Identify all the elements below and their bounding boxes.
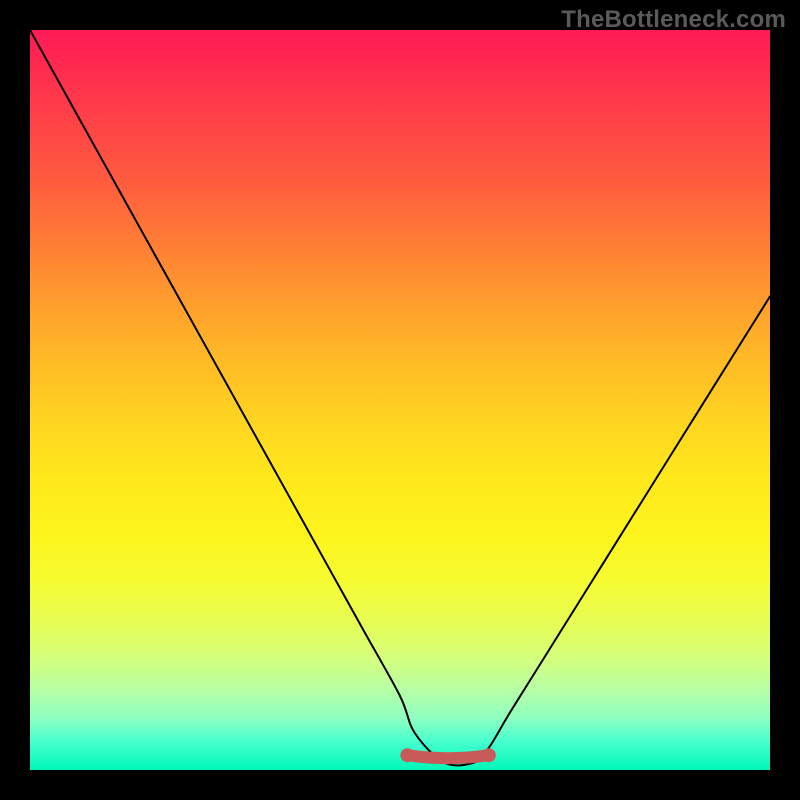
bottleneck-curve	[30, 30, 770, 765]
chart-frame: TheBottleneck.com	[0, 0, 800, 800]
tolerance-endpoint-right	[482, 748, 496, 762]
tolerance-band	[407, 755, 488, 758]
curve-svg	[30, 30, 770, 770]
watermark-text: TheBottleneck.com	[561, 6, 786, 34]
tolerance-endpoint-left	[400, 748, 414, 762]
plot-area	[30, 30, 770, 770]
